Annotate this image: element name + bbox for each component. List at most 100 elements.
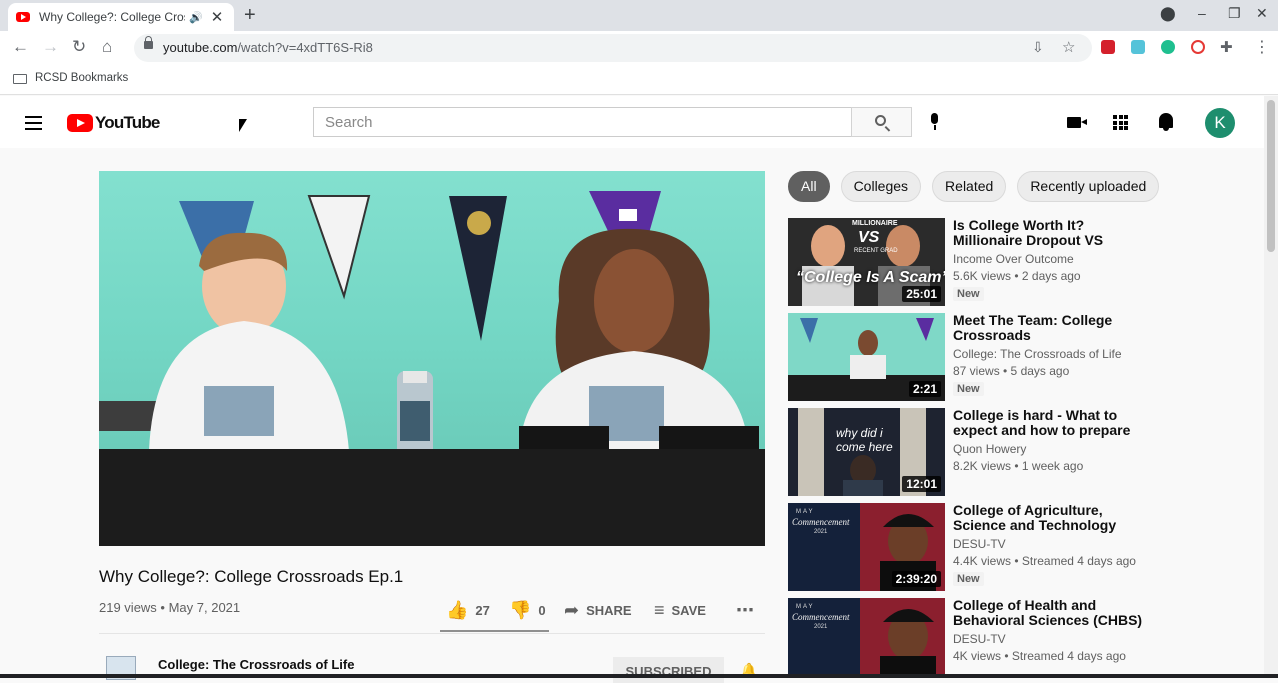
subscribe-button[interactable]: SUBSCRIBED <box>613 657 724 683</box>
playlist-add-icon: ≡ <box>654 600 665 620</box>
youtube-logo[interactable]: YouTube <box>67 113 160 133</box>
apps-grid-icon[interactable] <box>1113 115 1128 130</box>
search-input[interactable] <box>313 107 852 137</box>
recommendation-item[interactable]: MILLIONAIRE VS RECENT GRAD “College Is A… <box>788 218 1248 307</box>
menu-icon[interactable] <box>25 116 42 134</box>
thumb-text-scam: “College Is A Scam” <box>796 269 945 286</box>
lock-icon <box>144 36 153 49</box>
bookmarks-bar: RCSD Bookmarks <box>0 65 1278 95</box>
reload-icon[interactable]: ↻ <box>72 37 86 57</box>
bookmark-folder-rcsd[interactable]: RCSD Bookmarks <box>35 72 128 84</box>
recommendation-item[interactable]: 2:21 Meet The Team: College Crossroads C… <box>788 313 1248 402</box>
youtube-play-icon <box>67 114 93 132</box>
browser-toolbar: ← → ↻ ⌂ youtube.com/watch?v=4xdTT6S-Ri8 … <box>0 31 1278 65</box>
dislike-button[interactable]: 👎 0 <box>509 600 546 621</box>
recommendation-channel[interactable]: Income Over Outcome <box>953 252 1074 266</box>
browser-tab-bar: Why College?: College Crossroads Ep.1 🔊 … <box>0 0 1278 31</box>
video-thumbnail[interactable]: 2:21 <box>788 313 945 401</box>
recommendation-item[interactable]: MAY Commencement 2021 2:39:20 College of… <box>788 503 1248 592</box>
recommendation-item[interactable]: MAY Commencement 2021 College of Health … <box>788 598 1248 674</box>
chip-all[interactable]: All <box>788 171 830 202</box>
recommendation-item[interactable]: why did i come here 12:01 College is har… <box>788 408 1248 497</box>
video-duration: 2:21 <box>908 381 941 397</box>
search-button[interactable] <box>851 107 912 137</box>
recommendation-meta: 4K views • Streamed 4 days ago <box>953 649 1126 663</box>
mouse-cursor-icon <box>239 119 247 132</box>
share-button[interactable]: ➦ SHARE <box>564 600 632 621</box>
recommendation-meta: 87 views • 5 days ago <box>953 364 1070 378</box>
thumb-text-bottom: RECENT GRAD <box>854 248 898 254</box>
recommendation-title[interactable]: Is College Worth It? Millionaire Dropout… <box>953 218 1148 248</box>
recommendation-channel[interactable]: DESU-TV <box>953 632 1006 646</box>
browser-menu-icon[interactable]: ⋮ <box>1254 37 1270 57</box>
user-avatar[interactable]: K <box>1205 108 1235 138</box>
recommendation-meta: 8.2K views • 1 week ago <box>953 459 1084 473</box>
video-player[interactable] <box>99 171 765 546</box>
video-frame-table <box>99 449 765 546</box>
recommendation-title[interactable]: Meet The Team: College Crossroads <box>953 313 1148 343</box>
recommendation-title[interactable]: College of Agriculture, Science and Tech… <box>953 503 1148 533</box>
scrollbar-thumb[interactable] <box>1267 100 1275 252</box>
video-thumbnail[interactable]: MAY Commencement 2021 2:39:20 <box>788 503 945 591</box>
minimize-icon[interactable]: – <box>1198 5 1206 21</box>
search-icon <box>875 115 886 126</box>
close-window-icon[interactable]: ✕ <box>1256 5 1268 22</box>
divider <box>99 633 765 634</box>
extension-green-icon[interactable] <box>1161 40 1175 54</box>
video-thumbnail[interactable]: why did i come here 12:01 <box>788 408 945 496</box>
voice-search-icon[interactable] <box>929 113 939 130</box>
recommendation-meta: 5.6K views • 2 days ago <box>953 269 1081 283</box>
extension-blue-icon[interactable] <box>1131 40 1145 54</box>
shelf-bar <box>0 674 1278 678</box>
recommendation-channel[interactable]: Quon Howery <box>953 442 1026 456</box>
audio-playing-icon[interactable]: 🔊 <box>189 11 203 24</box>
install-icon[interactable]: ⇩ <box>1032 39 1044 56</box>
back-icon[interactable]: ← <box>12 37 29 57</box>
extensions-puzzle-icon[interactable]: ✚ <box>1220 38 1233 56</box>
chip-related[interactable]: Related <box>932 171 1007 202</box>
youtube-header: YouTube K <box>0 96 1264 148</box>
recommendation-channel[interactable]: DESU-TV <box>953 537 1006 551</box>
new-badge: New <box>953 287 984 301</box>
thumbs-down-icon: 👎 <box>509 600 532 620</box>
chip-recently-uploaded[interactable]: Recently uploaded <box>1017 171 1160 202</box>
create-video-icon[interactable] <box>1067 117 1087 128</box>
thumb-text-year: 2021 <box>814 529 828 535</box>
thumbs-up-icon: 👍 <box>446 600 469 620</box>
like-button[interactable]: 👍 27 <box>446 600 490 621</box>
video-thumbnail[interactable]: MILLIONAIRE VS RECENT GRAD “College Is A… <box>788 218 945 306</box>
thumb-text-hard: why did i come here <box>836 426 893 454</box>
new-tab-icon[interactable]: + <box>244 4 256 27</box>
recommendation-title[interactable]: College of Health and Behavioral Science… <box>953 598 1148 628</box>
browser-tab-title: Why College?: College Crossroads Ep.1 <box>39 10 185 24</box>
chip-colleges[interactable]: Colleges <box>840 171 922 202</box>
address-bar[interactable]: youtube.com/watch?v=4xdTT6S-Ri8 ⇩ ☆ <box>134 34 1092 62</box>
browser-tab[interactable]: Why College?: College Crossroads Ep.1 🔊 … <box>8 3 234 31</box>
video-thumbnail[interactable]: MAY Commencement 2021 <box>788 598 945 674</box>
recommendation-channel[interactable]: College: The Crossroads of Life <box>953 347 1122 361</box>
maximize-icon[interactable]: ❐ <box>1228 5 1241 22</box>
bookmark-star-icon[interactable]: ☆ <box>1062 38 1075 56</box>
home-icon[interactable]: ⌂ <box>102 37 112 57</box>
url-text: youtube.com/watch?v=4xdTT6S-Ri8 <box>163 40 373 55</box>
video-duration: 2:39:20 <box>891 571 941 587</box>
share-arrow-icon: ➦ <box>564 600 580 620</box>
recommendation-title[interactable]: College is hard - What to expect and how… <box>953 408 1148 438</box>
forward-icon[interactable]: → <box>42 37 59 57</box>
video-duration: 12:01 <box>902 476 941 492</box>
thumb-text-vs: VS <box>858 229 880 246</box>
more-actions-icon[interactable]: ⋯ <box>736 600 754 621</box>
save-button[interactable]: ≡ SAVE <box>654 600 706 621</box>
thumb-text-may: MAY <box>796 604 815 610</box>
extension-record-icon[interactable] <box>1191 40 1205 54</box>
profile-menu-icon[interactable]: ⬤ <box>1160 5 1176 22</box>
page-scrollbar[interactable] <box>1264 96 1278 674</box>
folder-icon <box>13 74 27 84</box>
video-title: Why College?: College Crossroads Ep.1 <box>99 567 404 586</box>
extension-red-icon[interactable] <box>1101 40 1115 54</box>
new-badge: New <box>953 572 984 586</box>
notifications-bell-icon[interactable] <box>1159 113 1173 131</box>
filter-chips: All Colleges Related Recently uploaded <box>788 171 1170 202</box>
channel-name[interactable]: College: The Crossroads of Life <box>158 657 354 672</box>
close-tab-icon[interactable]: ✕ <box>211 8 224 26</box>
